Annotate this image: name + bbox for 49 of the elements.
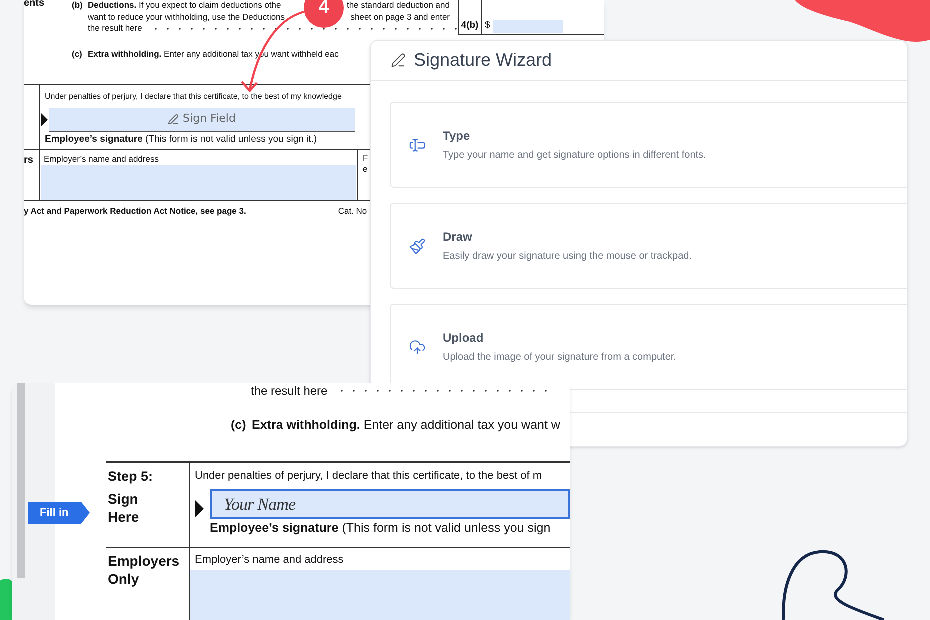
line-label: 4(b)	[459, 0, 482, 34]
section-label: Employers Only	[108, 552, 181, 588]
pen-icon	[168, 114, 180, 124]
item-marker: (b)	[72, 0, 84, 12]
option-title: Upload	[443, 330, 485, 347]
form-text: Under penalties of perjury, I declare that this certificate, to the best of m	[195, 468, 544, 484]
form-text: Employee’s signature (This form is not valid unless you sign it.)	[45, 132, 318, 146]
section-label: rs	[24, 154, 34, 168]
form-text: F	[363, 153, 368, 164]
signature-field[interactable]: Your Name	[210, 489, 570, 520]
form-text: Under penalties of perjury, I declare that this certificate, to the best of my knowledge	[45, 91, 342, 103]
item-marker: (c)	[72, 48, 84, 60]
currency-sign: $	[484, 18, 492, 33]
option-description: Upload the image of your signature from a computer.	[443, 351, 676, 365]
option-description: Type your name and get signature options in different fonts.	[443, 149, 706, 163]
form-text: want to reduce your withholding, use the Deductions	[88, 12, 286, 23]
form-text: sheet on page 3 and enter	[350, 12, 450, 23]
fill-in-tag[interactable]: Fill in	[28, 502, 90, 524]
step-subtitle: Sign Here	[108, 490, 140, 526]
scrollbar[interactable]	[17, 383, 25, 578]
input-field[interactable]	[41, 165, 356, 200]
option-title: Type	[443, 128, 472, 145]
form-text: the result here	[251, 383, 328, 400]
pen-icon	[391, 53, 406, 68]
option-card[interactable]: Type Type your name and get signature options in different fonts.	[390, 102, 907, 188]
pointer-icon	[195, 500, 204, 518]
cloud-upload-icon	[408, 338, 426, 356]
option-title: Draw	[443, 229, 474, 246]
form-text: e	[363, 164, 368, 175]
input-field[interactable]	[190, 570, 570, 620]
brush-icon	[408, 238, 426, 254]
step-title: Step 5:	[108, 468, 154, 486]
form-text: Employer’s name and address	[43, 153, 160, 165]
pointer-icon	[41, 112, 48, 126]
sign-field[interactable]: Sign Field	[49, 108, 355, 132]
text-cursor-icon	[408, 136, 426, 154]
form-text: Employee’s signature (This form is not valid unless you sign	[210, 520, 551, 538]
item-marker: (c)	[231, 417, 248, 434]
form-footer: Cat. No	[338, 205, 368, 218]
form-footer: y Act and Paperwork Reduction Act Notice, see page 3.	[24, 205, 246, 218]
form-text: Deductions. If you expect to claim deductions othe	[88, 0, 282, 12]
option-description: Easily draw your signature using the mouse or trackpad.	[443, 250, 692, 264]
form-text: Employer’s name and address	[194, 552, 345, 568]
option-card[interactable]: Draw Easily draw your signature using the mouse or trackpad.	[390, 203, 907, 289]
form-text: Extra withholding. Enter any additional tax you want w	[252, 417, 560, 434]
input-field[interactable]	[493, 20, 564, 33]
window-title: Signature Wizard	[414, 49, 552, 72]
form-text: the result here	[88, 23, 142, 34]
form-text: the standard deduction and	[346, 0, 450, 12]
